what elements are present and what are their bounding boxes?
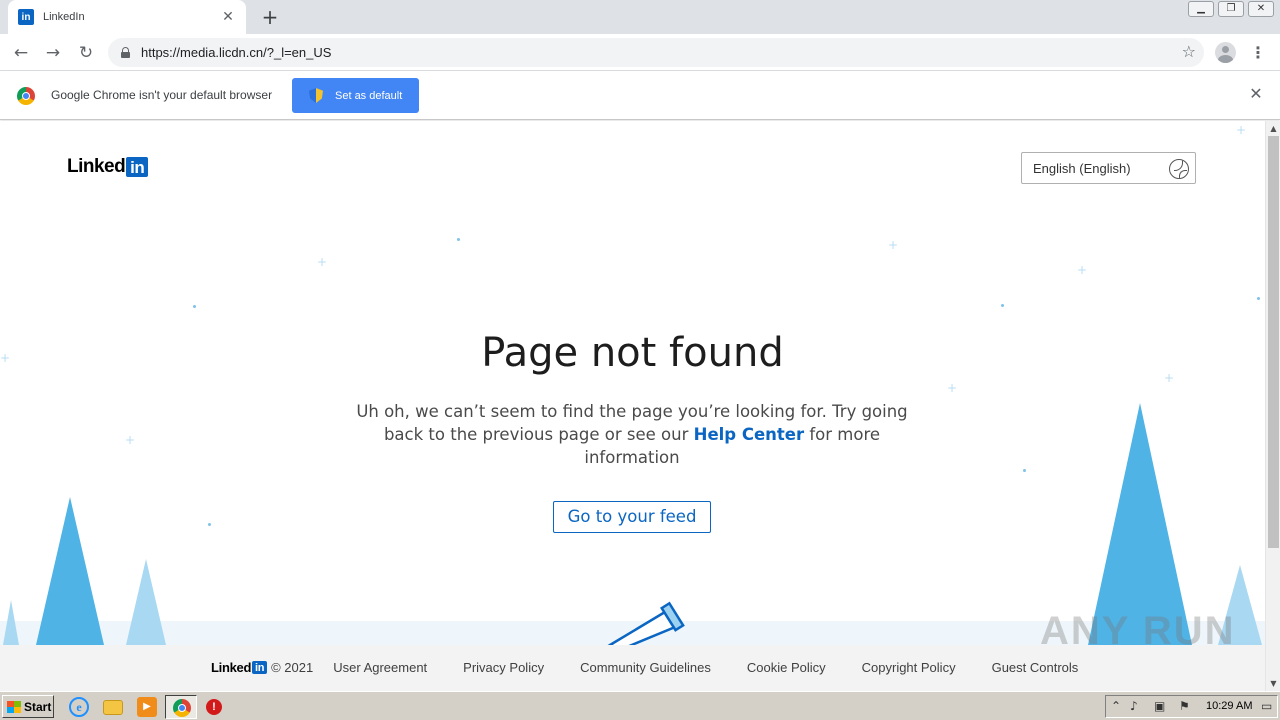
tree-illustration — [3, 600, 19, 645]
start-label: Start — [24, 699, 52, 714]
page-content: + + + + + + + + Linked in English (Englis… — [0, 121, 1265, 691]
set-as-default-label: Set as default — [335, 89, 403, 102]
tab-title: LinkedIn — [43, 11, 85, 23]
chrome-taskbar-icon — [173, 699, 191, 717]
logo-wordmark: Linked — [67, 156, 126, 177]
network-icon[interactable]: ▣ — [1154, 699, 1165, 713]
footer-logo-wordmark: Linked — [211, 660, 252, 675]
tab-close-icon[interactable]: ✕ — [220, 9, 236, 25]
infobar-close-icon[interactable]: ✕ — [1247, 85, 1265, 103]
new-tab-button[interactable]: + — [258, 5, 282, 29]
back-arrow-icon[interactable]: ← — [9, 41, 33, 65]
restore-button[interactable]: ❐ — [1218, 1, 1244, 17]
page-title: Page not found — [481, 330, 784, 376]
windows-taskbar: Start e ▶ ! ⌃ ♪ ▣ ⚑ 10:29 AM ▭ — [0, 691, 1280, 720]
logo-in-badge: in — [126, 157, 149, 177]
chrome-taskbar-button[interactable] — [165, 695, 197, 719]
footer-linkedin-logo[interactable]: Linked in — [211, 660, 268, 675]
footer-link-copyright-policy[interactable]: Copyright Policy — [862, 660, 956, 675]
forward-arrow-icon[interactable]: → — [41, 41, 65, 65]
globe-icon — [1169, 159, 1189, 179]
tree-illustration — [36, 497, 104, 645]
set-as-default-button[interactable]: Set as default — [292, 78, 419, 113]
snow-dot — [193, 305, 196, 308]
snow-dot — [208, 523, 211, 526]
scroll-thumb[interactable] — [1268, 136, 1279, 548]
file-explorer-icon[interactable] — [103, 700, 123, 715]
snowflake-icon: + — [317, 255, 328, 269]
scroll-up-arrow-icon[interactable]: ▲ — [1266, 121, 1280, 136]
tab-strip: in LinkedIn ✕ + ▁ ❐ ✕ — [0, 0, 1280, 34]
snow-dot — [1023, 469, 1026, 472]
address-bar[interactable]: https://media.licdn.cn/?_l=en_US ☆ — [108, 38, 1204, 67]
stop-sign-icon[interactable]: ! — [206, 699, 222, 715]
footer-link-guest-controls[interactable]: Guest Controls — [992, 660, 1079, 675]
linkedin-logo[interactable]: Linked in — [67, 156, 149, 178]
error-message: Uh oh, we can’t seem to find the page yo… — [352, 400, 912, 469]
snow-dot — [457, 238, 460, 241]
snowflake-icon: + — [888, 238, 899, 252]
footer-link-cookie-policy[interactable]: Cookie Policy — [747, 660, 826, 675]
tree-illustration — [126, 559, 166, 645]
browser-menu-icon[interactable]: ⋮ — [1250, 41, 1266, 65]
linkedin-favicon-icon: in — [18, 9, 34, 25]
volume-icon[interactable]: ♪ — [1130, 699, 1138, 713]
tray-expand-icon[interactable]: ⌃ — [1111, 699, 1121, 713]
telescope-illustration — [607, 601, 685, 649]
browser-toolbar: ← → ↻ https://media.licdn.cn/?_l=en_US ☆… — [0, 34, 1280, 71]
action-center-flag-icon[interactable]: ⚑ — [1179, 699, 1190, 713]
chrome-logo-icon — [17, 87, 35, 105]
tab-linkedin[interactable]: in LinkedIn ✕ — [8, 0, 246, 34]
snowflake-icon: + — [947, 381, 958, 395]
system-tray: ⌃ ♪ ▣ ⚑ 10:29 AM ▭ — [1105, 695, 1278, 718]
copyright-text: © 2021 — [271, 660, 314, 675]
snow-dot — [1257, 297, 1260, 300]
footer-link-privacy-policy[interactable]: Privacy Policy — [463, 660, 544, 675]
infobar-message: Google Chrome isn't your default browser — [51, 88, 273, 102]
snowflake-icon: + — [1236, 123, 1247, 137]
lock-icon[interactable] — [121, 47, 130, 58]
media-player-icon[interactable]: ▶ — [137, 697, 157, 717]
footer-link-community-guidelines[interactable]: Community Guidelines — [580, 660, 711, 675]
footer-links: Linked in © 2021 User Agreement Privacy P… — [211, 660, 1078, 675]
windows-flag-icon — [7, 700, 21, 713]
language-select[interactable]: English (English) — [1021, 152, 1196, 184]
start-button[interactable]: Start — [2, 695, 54, 718]
snowflake-icon: + — [125, 433, 136, 447]
minimize-button[interactable]: ▁ — [1188, 1, 1214, 17]
profile-avatar-icon[interactable] — [1215, 42, 1236, 63]
internet-explorer-icon[interactable]: e — [69, 697, 89, 717]
uac-shield-icon — [309, 88, 323, 103]
snowflake-icon: + — [1077, 263, 1088, 277]
snow-dot — [1001, 304, 1004, 307]
close-window-button[interactable]: ✕ — [1248, 1, 1274, 17]
go-to-feed-button[interactable]: Go to your feed — [553, 501, 711, 533]
taskbar-clock[interactable]: 10:29 AM — [1206, 700, 1252, 712]
window-controls: ▁ ❐ ✕ — [1188, 1, 1274, 17]
url-text[interactable]: https://media.licdn.cn/?_l=en_US — [141, 45, 331, 60]
scroll-down-arrow-icon[interactable]: ▼ — [1266, 676, 1280, 691]
footer-link-user-agreement[interactable]: User Agreement — [333, 660, 427, 675]
default-browser-infobar: Google Chrome isn't your default browser… — [0, 71, 1280, 120]
footer-logo-in-badge: in — [252, 661, 268, 674]
help-center-link[interactable]: Help Center — [694, 425, 804, 444]
anyrun-watermark: ANY RUN — [1040, 609, 1236, 653]
language-selected-value: English (English) — [1033, 161, 1131, 176]
screen: in LinkedIn ✕ + ▁ ❐ ✕ ← → ↻ https://medi… — [0, 0, 1280, 720]
page-scrollbar[interactable]: ▲ ▼ — [1265, 121, 1280, 691]
reload-icon[interactable]: ↻ — [74, 41, 98, 65]
bookmark-star-icon[interactable]: ☆ — [1182, 42, 1196, 61]
show-desktop-icon[interactable]: ▭ — [1261, 699, 1272, 713]
